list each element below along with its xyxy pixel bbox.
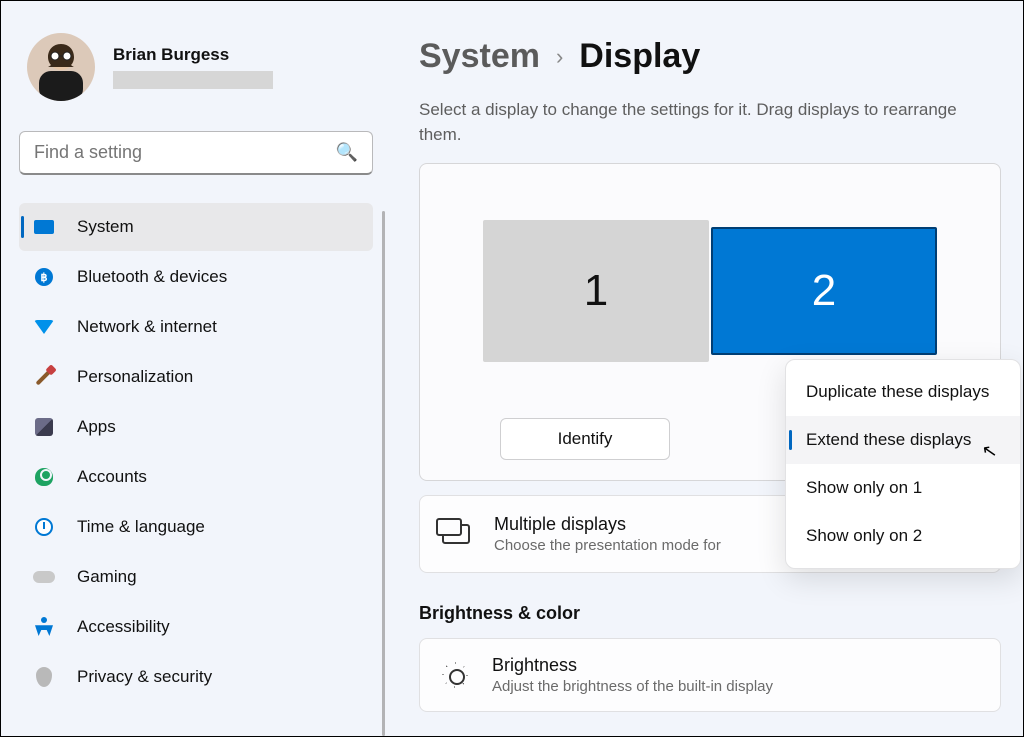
- scrollbar[interactable]: [382, 211, 385, 736]
- sidebar-item-label: Apps: [77, 417, 116, 437]
- sidebar-item-label: Bluetooth & devices: [77, 267, 227, 287]
- presentation-mode-menu: Duplicate these displays Extend these di…: [785, 359, 1021, 569]
- menu-item-show-only-1[interactable]: Show only on 1: [786, 464, 1020, 512]
- monitor-canvas[interactable]: 1 2: [483, 220, 937, 362]
- section-heading-brightness: Brightness & color: [419, 603, 1001, 624]
- sidebar-item-gaming[interactable]: Gaming: [19, 553, 373, 601]
- profile-block[interactable]: Brian Burgess: [19, 25, 373, 121]
- sidebar-item-label: Accounts: [77, 467, 147, 487]
- menu-item-show-only-2[interactable]: Show only on 2: [786, 512, 1020, 560]
- sidebar-item-bluetooth[interactable]: ฿ Bluetooth & devices: [19, 253, 373, 301]
- wifi-icon: [33, 316, 55, 338]
- search-icon: 🔍: [336, 142, 358, 163]
- sidebar-item-accounts[interactable]: Accounts: [19, 453, 373, 501]
- card-subtitle: Adjust the brightness of the built-in di…: [492, 678, 773, 695]
- card-title: Brightness: [492, 655, 773, 676]
- page-description: Select a display to change the settings …: [419, 98, 978, 147]
- sidebar-item-accessibility[interactable]: Accessibility: [19, 603, 373, 651]
- breadcrumb-current: Display: [579, 37, 700, 76]
- monitor-1[interactable]: 1: [483, 220, 709, 362]
- card-subtitle: Choose the presentation mode for: [494, 537, 721, 554]
- accessibility-icon: [33, 616, 55, 638]
- menu-item-label: Show only on 1: [806, 478, 922, 498]
- avatar: [27, 33, 95, 101]
- menu-item-duplicate[interactable]: Duplicate these displays: [786, 368, 1020, 416]
- search-box[interactable]: 🔍: [19, 131, 373, 175]
- sidebar-item-label: Gaming: [77, 567, 137, 587]
- monitor-label: 2: [812, 266, 836, 316]
- privacy-icon: [33, 666, 55, 688]
- sidebar-item-label: Accessibility: [77, 617, 170, 637]
- sidebar-item-label: Privacy & security: [77, 667, 212, 687]
- sidebar-item-label: Personalization: [77, 367, 193, 387]
- sidebar-item-network[interactable]: Network & internet: [19, 303, 373, 351]
- profile-name: Brian Burgess: [113, 45, 273, 65]
- sidebar-item-label: Time & language: [77, 517, 205, 537]
- identify-button[interactable]: Identify: [500, 418, 670, 460]
- mouse-cursor-icon: ↖: [980, 440, 999, 463]
- menu-item-label: Extend these displays: [806, 430, 971, 450]
- apps-icon: [33, 416, 55, 438]
- bluetooth-icon: ฿: [33, 266, 55, 288]
- monitor-label: 1: [584, 266, 608, 316]
- personalize-icon: [33, 366, 55, 388]
- time-icon: [33, 516, 55, 538]
- sidebar-item-personalization[interactable]: Personalization: [19, 353, 373, 401]
- sidebar-item-time[interactable]: Time & language: [19, 503, 373, 551]
- accounts-icon: [33, 466, 55, 488]
- menu-item-label: Show only on 2: [806, 526, 922, 546]
- sidebar-item-privacy[interactable]: Privacy & security: [19, 653, 373, 701]
- sidebar-item-label: System: [77, 217, 134, 237]
- multiple-displays-icon: [442, 524, 470, 544]
- sidebar-item-apps[interactable]: Apps: [19, 403, 373, 451]
- main-content: System › Display Select a display to cha…: [391, 1, 1023, 736]
- nav-list: System ฿ Bluetooth & devices Network & i…: [19, 203, 373, 701]
- sidebar-item-label: Network & internet: [77, 317, 217, 337]
- chevron-right-icon: ›: [556, 44, 563, 70]
- gaming-icon: [33, 566, 55, 588]
- card-title: Multiple displays: [494, 514, 721, 535]
- brightness-card[interactable]: Brightness Adjust the brightness of the …: [419, 638, 1001, 712]
- profile-email-redacted: [113, 71, 273, 89]
- brightness-icon: [442, 662, 468, 688]
- sidebar-item-system[interactable]: System: [19, 203, 373, 251]
- system-icon: [33, 216, 55, 238]
- breadcrumb: System › Display: [419, 37, 1001, 76]
- menu-item-label: Duplicate these displays: [806, 382, 989, 402]
- breadcrumb-parent[interactable]: System: [419, 37, 540, 76]
- sidebar: Brian Burgess 🔍 System ฿ Bluetooth & dev…: [1, 1, 391, 736]
- search-input[interactable]: [34, 142, 336, 163]
- monitor-2[interactable]: 2: [711, 227, 937, 355]
